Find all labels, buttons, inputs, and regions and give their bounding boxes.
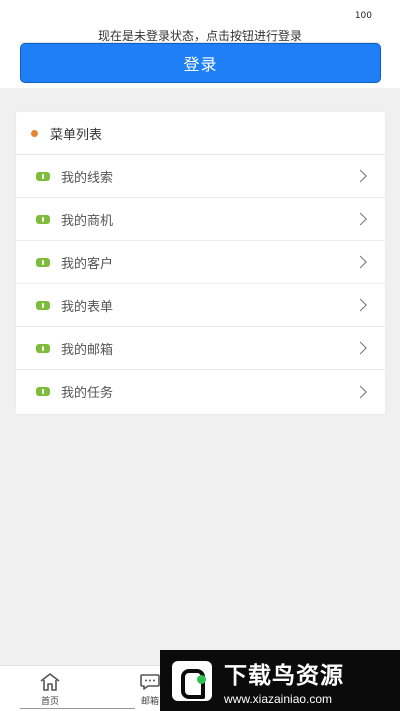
battery-icon (36, 300, 50, 310)
tab-underline (20, 708, 135, 709)
menu-header: 菜单列表 (16, 112, 385, 155)
chevron-right-icon (354, 169, 367, 183)
chat-icon (140, 674, 160, 690)
battery-icon (36, 171, 50, 181)
tab-home[interactable]: 首页 (20, 666, 80, 711)
watermark-title: 下载鸟资源 (224, 662, 344, 689)
menu-item-mailbox[interactable]: 我的邮箱 (16, 327, 385, 370)
menu-item-leads[interactable]: 我的线索 (16, 155, 385, 198)
watermark-banner: 下载鸟资源 www.xiazainiao.com (160, 650, 400, 711)
menu-item-tasks[interactable]: 我的任务 (16, 370, 385, 413)
chevron-right-icon (354, 341, 367, 355)
menu-item-customers[interactable]: 我的客户 (16, 241, 385, 284)
battery-icon (36, 214, 50, 224)
bird-logo-icon (172, 660, 212, 701)
menu-item-label: 我的线索 (61, 170, 114, 186)
tab-label: 首页 (40, 697, 59, 707)
menu-card: 菜单列表 我的线索 我的商机 我的客户 我的表单 我的邮箱 我的任务 (16, 112, 385, 414)
menu-item-opportunities[interactable]: 我的商机 (16, 198, 385, 241)
login-button[interactable]: 登录 (20, 43, 381, 83)
chevron-right-icon (354, 298, 367, 312)
dot-icon (31, 129, 38, 137)
chevron-right-icon (354, 385, 367, 398)
watermark-url: www.xiazainiao.com (224, 691, 333, 706)
menu-item-forms[interactable]: 我的表单 (16, 284, 385, 327)
status-value: 100 (354, 11, 372, 21)
header-area: 100 现在是未登录状态，点击按钮进行登录 登录 (0, 0, 400, 88)
battery-icon (36, 257, 50, 267)
menu-title: 菜单列表 (50, 127, 103, 143)
menu-item-label: 我的表单 (61, 299, 114, 315)
chevron-right-icon (354, 255, 367, 269)
menu-item-label: 我的邮箱 (61, 342, 114, 358)
menu-item-label: 我的客户 (61, 256, 114, 272)
battery-icon (36, 343, 50, 353)
home-icon (40, 673, 60, 691)
menu-item-label: 我的任务 (61, 386, 114, 401)
chevron-right-icon (354, 212, 367, 226)
menu-item-label: 我的商机 (61, 213, 114, 229)
battery-icon (36, 387, 50, 396)
